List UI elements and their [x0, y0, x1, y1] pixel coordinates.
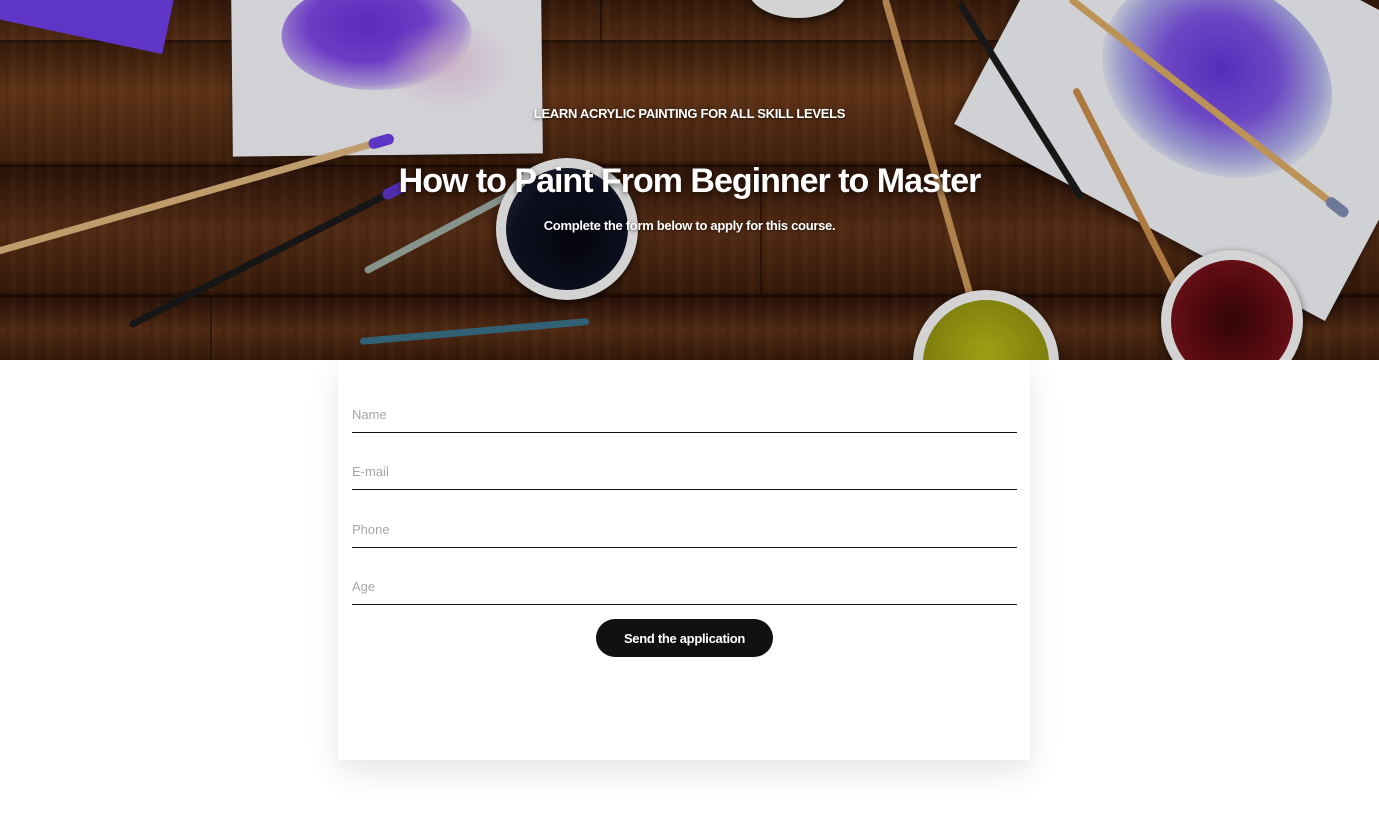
page-title: How to Paint From Beginner to Master [398, 162, 982, 200]
hero-subtitle: Complete the form below to apply for thi… [543, 218, 836, 233]
email-field[interactable] [352, 453, 1017, 490]
application-form: Send the application [338, 360, 1030, 760]
phone-field[interactable] [352, 511, 1017, 548]
name-field[interactable] [352, 396, 1017, 433]
hero-eyebrow: LEARN ACRYLIC PAINTING FOR ALL SKILL LEV… [533, 106, 846, 121]
hero-banner: LEARN ACRYLIC PAINTING FOR ALL SKILL LEV… [0, 0, 1379, 360]
age-field[interactable] [352, 568, 1017, 605]
send-application-button[interactable]: Send the application [596, 619, 773, 657]
